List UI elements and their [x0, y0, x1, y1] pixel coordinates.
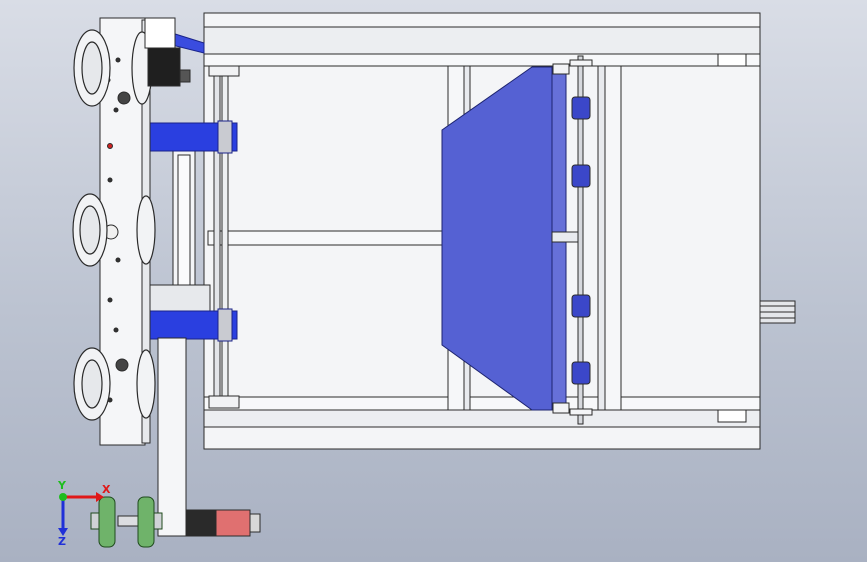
y-axis-label: Y: [57, 479, 67, 492]
y-axis-dot: [59, 493, 67, 501]
model-drawing: Y X Z: [57, 12, 796, 548]
x-axis-label: X: [102, 483, 111, 496]
z-axis-label: Z: [58, 535, 66, 548]
output-shaft: [759, 300, 796, 324]
top-motor: [144, 17, 191, 87]
blue-plate: [441, 63, 583, 414]
cad-viewport[interactable]: Y X Z: [0, 0, 867, 562]
